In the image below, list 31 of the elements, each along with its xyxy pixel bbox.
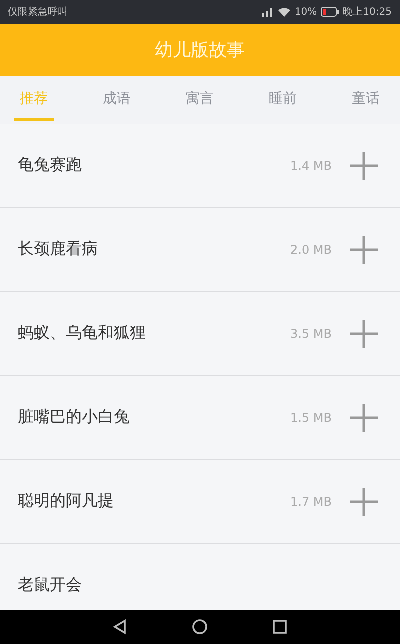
wifi-icon — [278, 7, 291, 17]
story-row[interactable]: 蚂蚁、乌龟和狐狸 3.5 MB — [0, 292, 400, 376]
app-title: 幼儿版故事 — [155, 39, 245, 62]
file-size: 1.4 MB — [290, 158, 332, 172]
plus-icon[interactable] — [348, 318, 380, 350]
signal-icon — [260, 7, 274, 17]
file-size: 1.7 MB — [290, 494, 332, 508]
plus-icon[interactable] — [348, 234, 380, 266]
recent-apps-icon[interactable] — [272, 619, 288, 635]
battery-percent: 10% — [294, 6, 318, 18]
carrier-text: 仅限紧急呼叫 — [8, 6, 68, 19]
home-icon[interactable] — [192, 619, 208, 635]
file-size: 3.5 MB — [290, 326, 332, 340]
plus-icon[interactable] — [348, 150, 380, 182]
file-size: 1.5 MB — [290, 410, 332, 424]
plus-icon[interactable] — [348, 486, 380, 518]
story-row[interactable]: 脏嘴巴的小白兔 1.5 MB — [0, 376, 400, 460]
plus-icon[interactable] — [348, 402, 380, 434]
story-row[interactable]: 长颈鹿看病 2.0 MB — [0, 208, 400, 292]
clock-text: 晚上10:25 — [343, 6, 392, 19]
battery-icon — [321, 7, 340, 17]
story-row[interactable]: 聪明的阿凡提 1.7 MB — [0, 460, 400, 544]
story-title: 老鼠开会 — [18, 575, 83, 596]
back-icon[interactable] — [112, 619, 128, 635]
file-size: 2.0 MB — [290, 242, 332, 256]
story-title: 长颈鹿看病 — [18, 239, 99, 260]
story-row[interactable]: 龟兔赛跑 1.4 MB — [0, 124, 400, 208]
story-title: 蚂蚁、乌龟和狐狸 — [18, 323, 147, 344]
story-title: 脏嘴巴的小白兔 — [18, 407, 131, 428]
story-title: 龟兔赛跑 — [18, 155, 83, 176]
story-title: 聪明的阿凡提 — [18, 491, 115, 512]
